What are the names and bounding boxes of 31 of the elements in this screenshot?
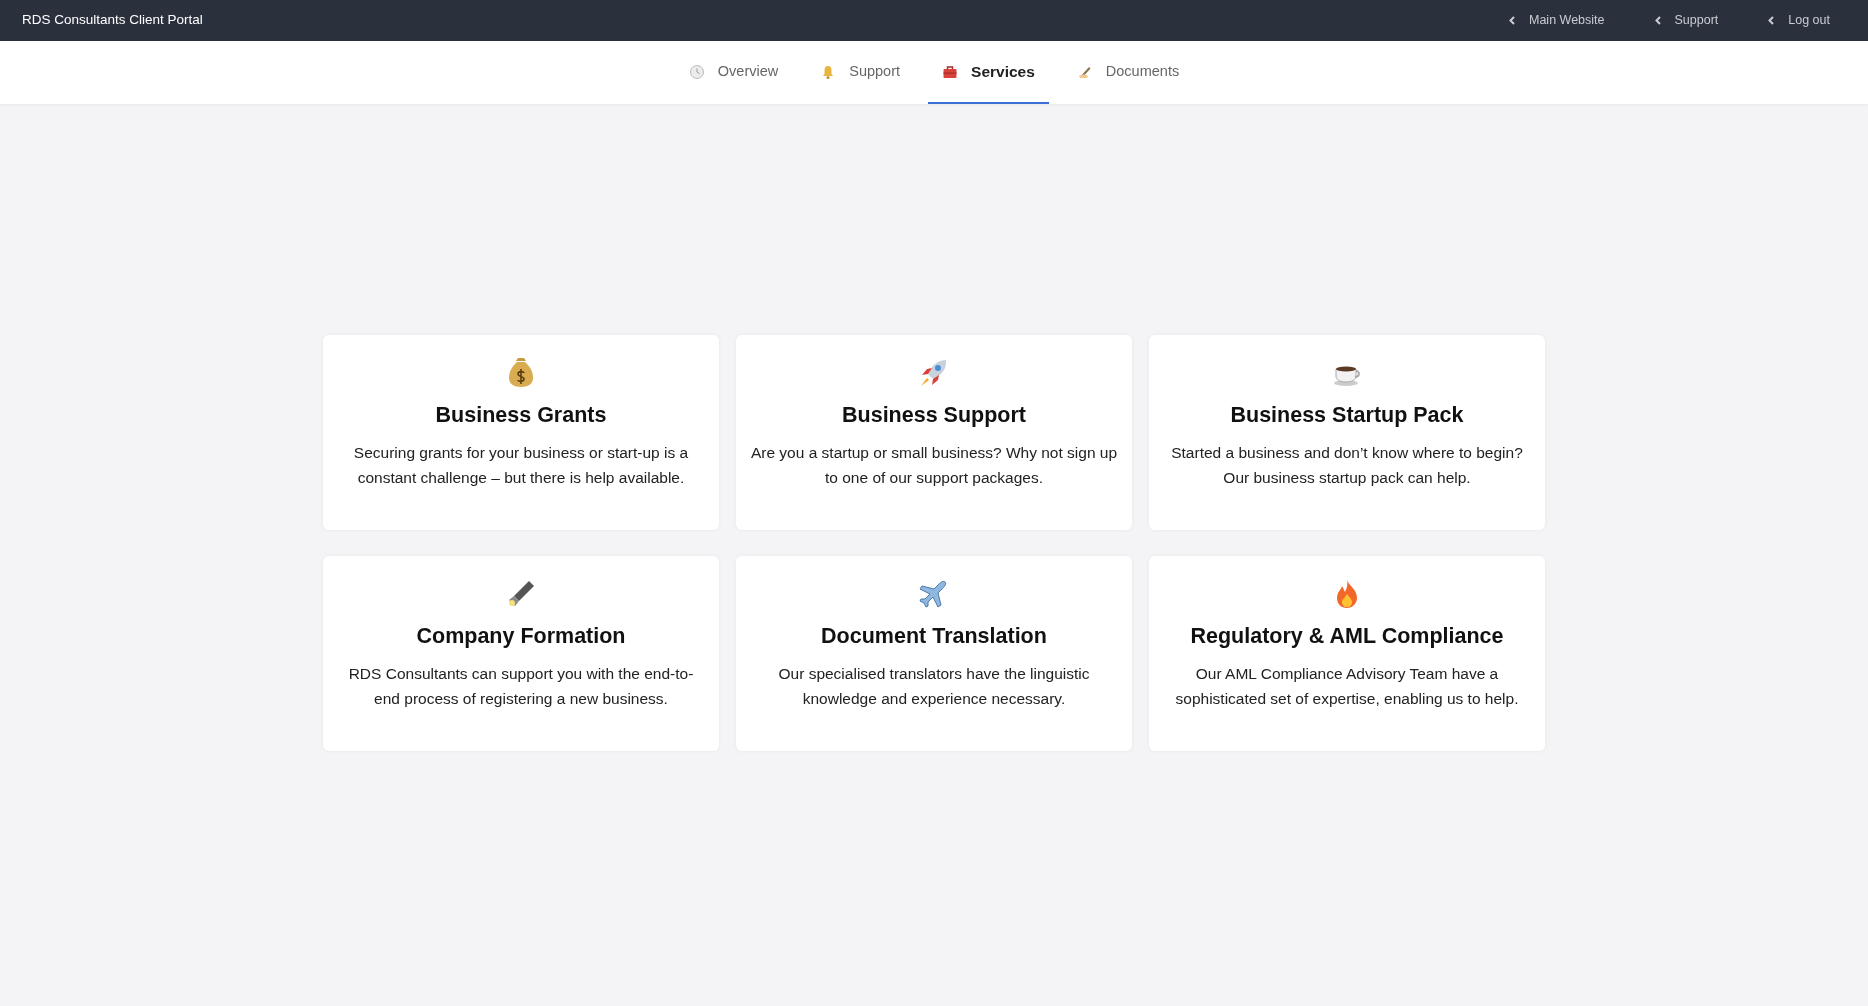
clock-icon: [688, 63, 705, 80]
service-title: Business Support: [842, 402, 1026, 429]
service-card[interactable]: Business Startup Pack Started a business and don’t know where to begin? Our business startup pack can help.: [1149, 335, 1545, 530]
service-description: Our AML Compliance Advisory Team have a sophisticated set of expertise, enabling us to help.: [1174, 664, 1520, 709]
nav-tab[interactable]: Services: [928, 41, 1049, 104]
service-title: Regulatory & AML Compliance: [1190, 623, 1504, 650]
service-description: Securing grants for your business or start-up is a constant challenge – but there is help available.: [352, 443, 690, 488]
nav-tab[interactable]: Support: [806, 41, 915, 104]
service-description: Are you a startup or small business? Why not sign up to one of our support packages.: [749, 443, 1119, 488]
header-link[interactable]: Support: [1654, 11, 1719, 30]
nav-tab[interactable]: Documents: [1062, 41, 1194, 104]
header-link[interactable]: Log out: [1768, 11, 1830, 30]
toolbox-icon: [942, 63, 959, 80]
service-description: Started a business and don’t know where to begin? Our business startup pack can help.: [1170, 443, 1524, 488]
chevron-left-icon: [1509, 16, 1515, 25]
service-title: Company Formation: [416, 623, 626, 650]
service-title: Business Grants: [435, 402, 607, 429]
service-card[interactable]: Document Translation Our specialised translators have the linguistic knowledge and experience necessary.: [736, 556, 1132, 751]
service-description: Our specialised translators have the linguistic knowledge and experience necessary.: [777, 664, 1091, 709]
nav-tab[interactable]: Overview: [674, 41, 793, 104]
portal-title: RDS Consultants Client Portal: [22, 11, 203, 30]
service-card[interactable]: Business Grants Securing grants for your business or start-up is a constant challenge – but there is help available.: [323, 335, 719, 530]
service-card[interactable]: Company Formation RDS Consultants can support you with the end-to-end process of registering a new business.: [323, 556, 719, 751]
chevron-left-icon: [1768, 16, 1775, 25]
service-card[interactable]: Regulatory & AML Compliance Our AML Compliance Advisory Team have a sophisticated set of expertise, enabling us to help.: [1149, 556, 1545, 751]
service-title: Business Startup Pack: [1230, 402, 1464, 429]
header-link[interactable]: Main Website: [1509, 11, 1605, 30]
chevron-left-icon: [1654, 16, 1661, 25]
service-description: RDS Consultants can support you with the end-to-end process of registering a new business.: [347, 664, 695, 709]
service-card[interactable]: Business Support Are you a startup or small business? Why not sign up to one of our support packages.: [736, 335, 1132, 530]
service-title: Document Translation: [821, 623, 1047, 650]
